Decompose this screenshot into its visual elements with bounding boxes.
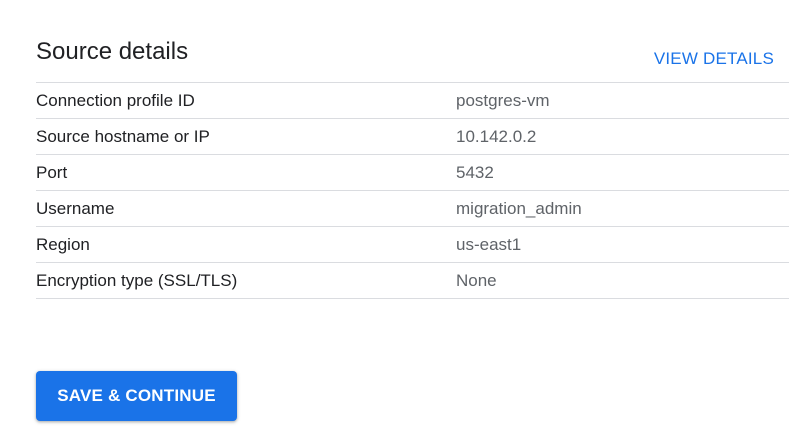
detail-value: us-east1 (456, 234, 522, 254)
view-details-link[interactable]: VIEW DETAILS (654, 48, 774, 70)
detail-row-encryption-type: Encryption type (SSL/TLS) None (36, 263, 789, 299)
detail-label: Username (36, 198, 115, 218)
detail-value: None (456, 270, 497, 290)
detail-label: Region (36, 234, 90, 254)
detail-row-connection-profile-id: Connection profile ID postgres-vm (36, 83, 789, 119)
detail-value: migration_admin (456, 198, 582, 218)
detail-label: Source hostname or IP (36, 126, 210, 146)
source-details-table: Connection profile ID postgres-vm Source… (36, 82, 789, 299)
detail-row-port: Port 5432 (36, 155, 789, 191)
save-and-continue-button[interactable]: SAVE & CONTINUE (36, 371, 237, 421)
detail-value: 10.142.0.2 (456, 126, 537, 146)
section-title: Source details (36, 38, 189, 65)
detail-value: 5432 (456, 162, 494, 182)
detail-label: Encryption type (SSL/TLS) (36, 270, 238, 290)
detail-value: postgres-vm (456, 90, 550, 110)
detail-row-region: Region us-east1 (36, 227, 789, 263)
detail-label: Port (36, 162, 68, 182)
detail-label: Connection profile ID (36, 90, 195, 110)
source-details-header: Source details VIEW DETAILS (36, 0, 789, 82)
detail-row-username: Username migration_admin (36, 191, 789, 227)
detail-row-source-hostname: Source hostname or IP 10.142.0.2 (36, 119, 789, 155)
